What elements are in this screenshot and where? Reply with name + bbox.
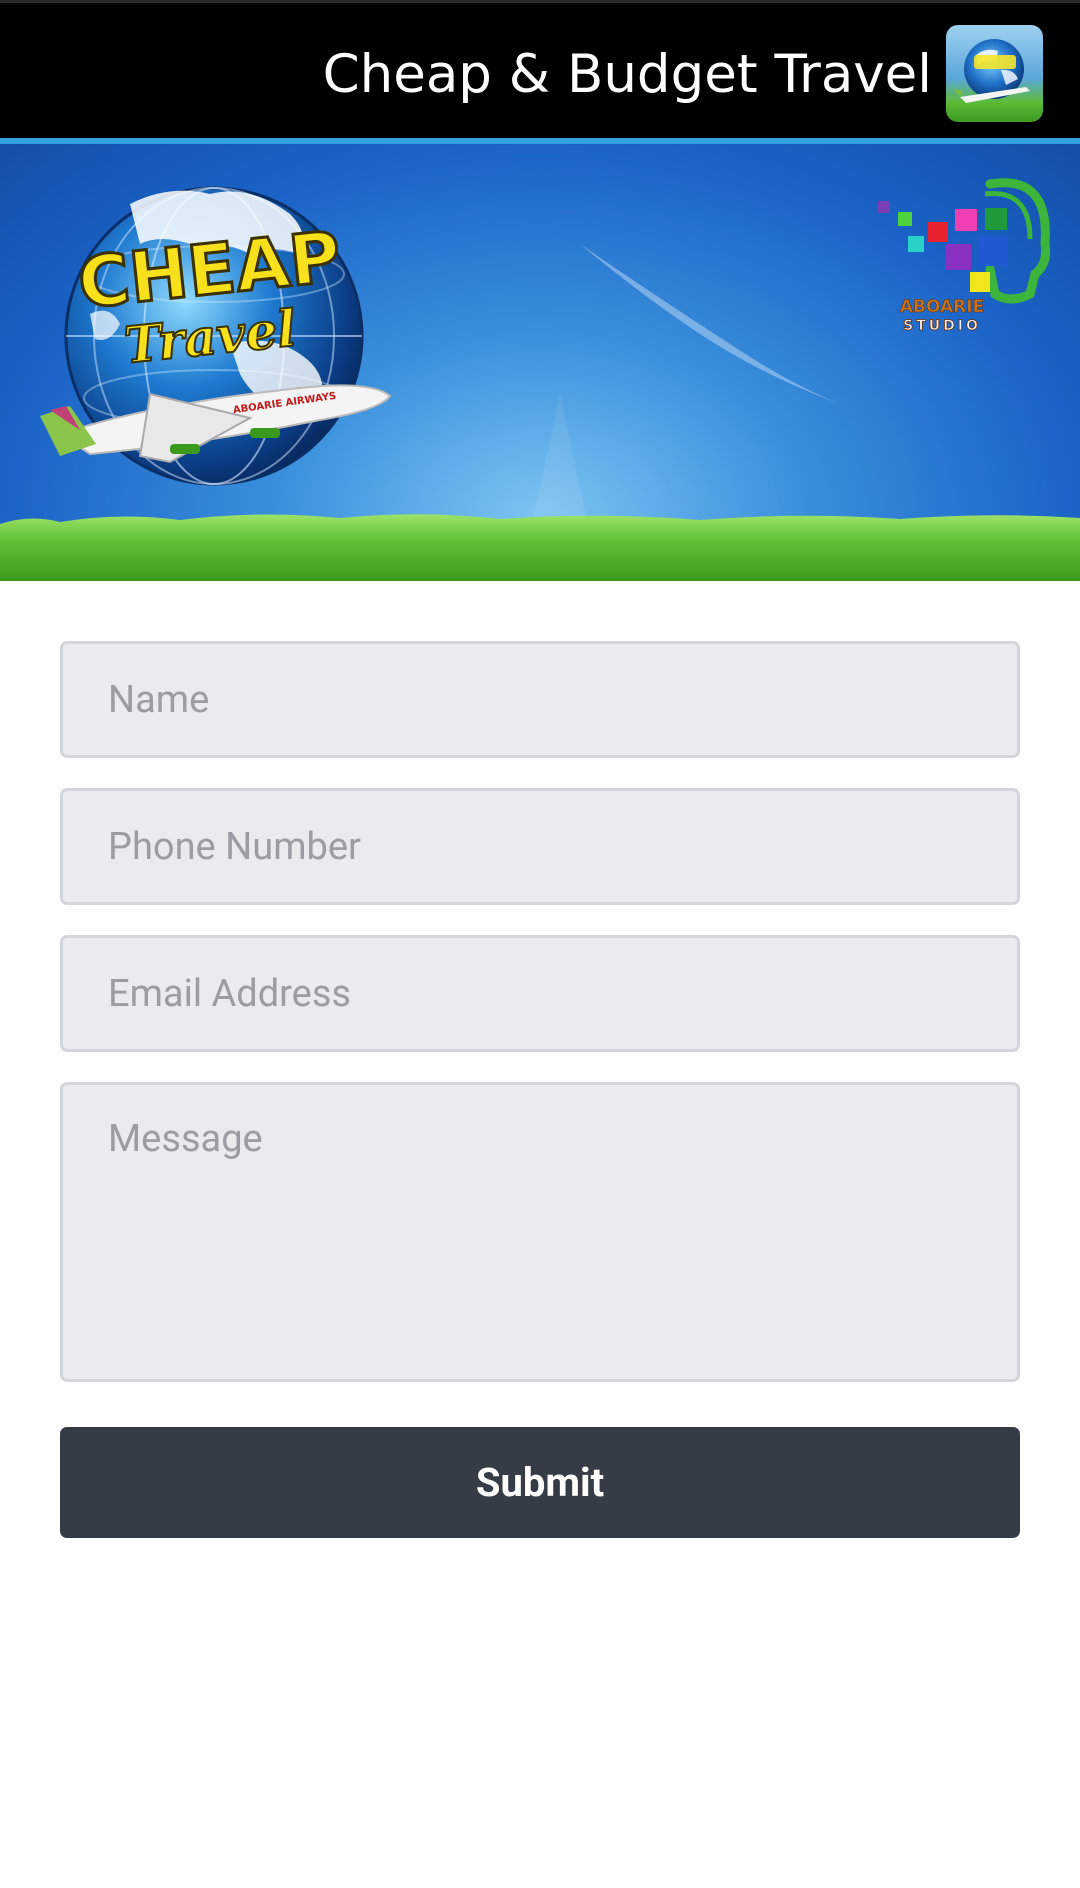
phone-number-input[interactable] — [60, 788, 1020, 905]
submit-button[interactable]: Submit — [60, 1427, 1020, 1538]
app-title: Cheap & Budget Travel — [322, 44, 932, 105]
cheap-travel-logo: CHEAP Travel ABOARIE AIRWAYS — [40, 186, 392, 486]
name-input[interactable] — [60, 641, 1020, 758]
app-logo-icon[interactable] — [946, 25, 1043, 122]
message-textarea[interactable] — [60, 1082, 1020, 1382]
banner-artwork: CHEAP Travel ABOARIE AIRWAYS ABOARIE STU… — [0, 178, 1080, 581]
action-bar: Cheap & Budget Travel — [0, 0, 1080, 138]
aboarie-studio-logo: ABOARIE STUDIO — [878, 178, 1050, 334]
studio-text-studio: STUDIO — [903, 318, 981, 334]
email-address-input[interactable] — [60, 935, 1020, 1052]
studio-text-name: ABOARIE — [900, 297, 984, 317]
header-banner: CHEAP Travel ABOARIE AIRWAYS ABOARIE STU… — [0, 144, 1080, 581]
